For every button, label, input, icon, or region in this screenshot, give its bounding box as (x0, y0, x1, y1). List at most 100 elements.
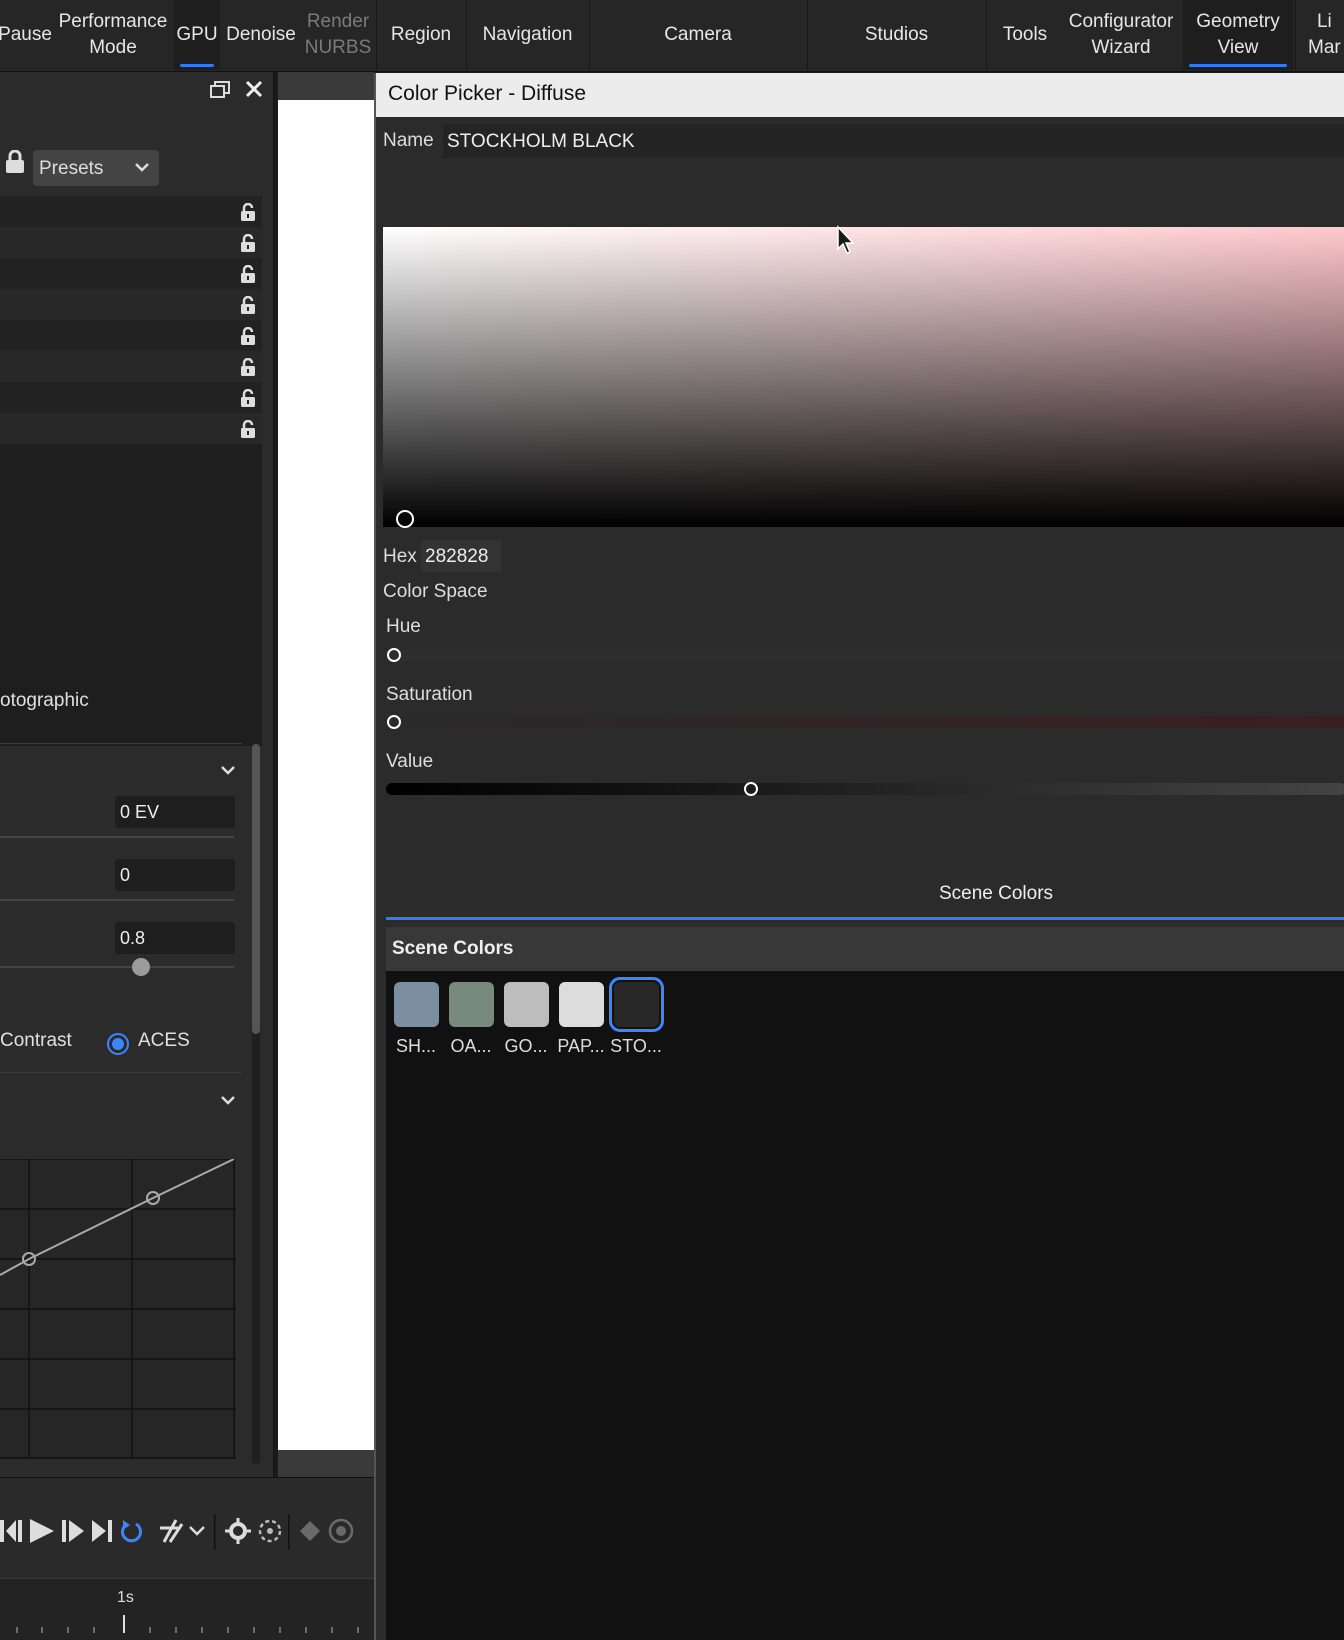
unlock-icon[interactable] (240, 358, 256, 376)
value-slider[interactable] (386, 783, 1344, 795)
record-icon[interactable] (328, 1518, 354, 1544)
divider (0, 743, 242, 744)
toolbar-render-nurbs-button[interactable]: Render NURBS (302, 0, 374, 70)
list-item[interactable] (0, 227, 262, 258)
tonemap-param2-field[interactable]: 0.8 (115, 922, 235, 954)
scrollbar-thumb[interactable] (252, 744, 260, 1034)
play-icon[interactable] (30, 1519, 54, 1543)
swatch-4[interactable] (609, 977, 664, 1032)
undock-icon[interactable] (209, 80, 231, 100)
saturation-label: Saturation (386, 684, 473, 705)
tonemap-param-field[interactable]: 0 (115, 859, 235, 891)
chevron-down-icon[interactable] (219, 1094, 237, 1106)
toolbar-region-button[interactable]: Region (377, 0, 465, 70)
close-icon[interactable] (244, 79, 264, 99)
toolbar-navigation-button[interactable]: Navigation (467, 0, 588, 70)
presets-label: Presets (39, 158, 104, 179)
hue-slider[interactable] (386, 649, 1344, 661)
radio-aces-button[interactable] (107, 1033, 129, 1055)
divider (0, 1072, 242, 1073)
exposure-field[interactable]: 0 EV (115, 796, 235, 828)
loop-icon[interactable] (121, 1520, 142, 1543)
tab-scene-colors[interactable]: Scene Colors (376, 883, 1344, 905)
list-item[interactable] (0, 289, 262, 320)
sv-picker-knob[interactable] (396, 510, 414, 528)
radio-aces-label[interactable]: ACES (138, 1030, 190, 1052)
swatch-1[interactable] (449, 982, 494, 1027)
value-label: Value (386, 751, 434, 772)
toolbar-camera-button[interactable]: Camera (590, 0, 806, 70)
list-item[interactable] (0, 320, 262, 351)
toolbar-separator (1295, 0, 1296, 70)
toolbar-geometry-view-button[interactable]: Geometry View (1183, 0, 1293, 70)
mouse-cursor-icon (837, 225, 855, 254)
tonemapping-mode-label[interactable]: otographic (0, 690, 89, 712)
add-keyframe-icon[interactable] (300, 1521, 320, 1541)
timeline-ticks (16, 1615, 359, 1633)
chevron-down-icon[interactable] (219, 764, 237, 776)
slider-knob[interactable] (132, 958, 150, 976)
unlock-icon[interactable] (240, 389, 256, 407)
list-item[interactable] (0, 258, 262, 289)
toolbar-light-manager-button[interactable]: Li Mar (1298, 0, 1344, 70)
toolbar-gpu-button[interactable]: GPU (174, 0, 220, 70)
list-item[interactable] (0, 196, 262, 227)
swatch-2[interactable] (504, 982, 549, 1027)
lock-icon[interactable] (4, 150, 26, 174)
timeline-controls (0, 1514, 354, 1550)
hue-label: Hue (386, 616, 421, 637)
dialog-title[interactable]: Color Picker - Diffuse (376, 73, 1344, 117)
skip-end-icon[interactable] (92, 1520, 112, 1542)
keyframe-settings-icon[interactable] (258, 1519, 282, 1543)
swatch-label: STO... (610, 1036, 662, 1056)
hex-input[interactable]: 282828 (421, 540, 501, 572)
saturation-slider[interactable] (386, 716, 1344, 728)
list-item[interactable] (0, 351, 262, 382)
left-properties-panel: Presets otographic 0 EV 0 0.8 Contrast A… (0, 72, 275, 1477)
scene-colors-header: Scene Colors (386, 927, 1344, 971)
exposure-slider-track[interactable] (0, 836, 234, 838)
toolbar-tools-button[interactable]: Tools (987, 0, 1063, 70)
saturation-slider-knob[interactable] (387, 715, 401, 729)
step-forward-icon[interactable] (62, 1520, 84, 1542)
unlock-icon[interactable] (240, 296, 256, 314)
tone-curve-editor[interactable] (0, 1159, 236, 1459)
time-label: 1s (117, 1589, 134, 1606)
step-back-icon[interactable] (0, 1520, 22, 1542)
toolbar-configurator-wizard-button[interactable]: Configurator Wizard (1063, 0, 1179, 70)
unlock-icon[interactable] (240, 265, 256, 283)
saturation-value-picker[interactable] (383, 227, 1344, 528)
unlock-icon[interactable] (240, 234, 256, 252)
unlock-icon[interactable] (240, 203, 256, 221)
unlock-icon[interactable] (240, 327, 256, 345)
toolbar-denoise-button[interactable]: Denoise (222, 0, 300, 70)
swatch-3[interactable] (559, 982, 604, 1027)
radio-contrast-label[interactable]: Contrast (0, 1030, 72, 1052)
active-tab-indicator (386, 917, 1344, 920)
render-viewport[interactable] (278, 100, 374, 1450)
timeline-ruler[interactable]: 1s (0, 1578, 374, 1640)
chevron-down-icon (135, 163, 149, 172)
unlock-icon[interactable] (240, 420, 256, 438)
hue-slider-knob[interactable] (387, 648, 401, 662)
presets-dropdown[interactable]: Presets (33, 150, 159, 186)
layer-list (0, 196, 262, 746)
panel-scrollbar[interactable] (252, 744, 260, 1464)
list-item[interactable] (0, 413, 262, 444)
toolbar-pause-button[interactable]: Pause (0, 0, 52, 70)
animation-speed-icon[interactable] (160, 1519, 205, 1543)
swatch-label: PAP... (557, 1036, 605, 1056)
settings-icon[interactable] (225, 1518, 251, 1544)
swatch-label: SH... (395, 1036, 436, 1056)
toolbar-studios-button[interactable]: Studios (808, 0, 985, 70)
color-name-field[interactable]: STOCKHOLM BLACK (443, 124, 1344, 158)
swatch-0[interactable] (394, 982, 439, 1027)
toolbar-performance-mode-button[interactable]: Performance Mode (54, 0, 172, 70)
tonemap-param2-slider-track[interactable] (0, 966, 234, 968)
list-item[interactable] (0, 382, 262, 413)
color-space-label[interactable]: Color Space (383, 581, 488, 603)
tonemap-param-slider-track[interactable] (0, 899, 234, 901)
name-label: Name (383, 130, 434, 151)
color-picker-dialog: Color Picker - Diffuse Name STOCKHOLM BL… (374, 73, 1344, 1640)
value-slider-knob[interactable] (743, 782, 758, 796)
